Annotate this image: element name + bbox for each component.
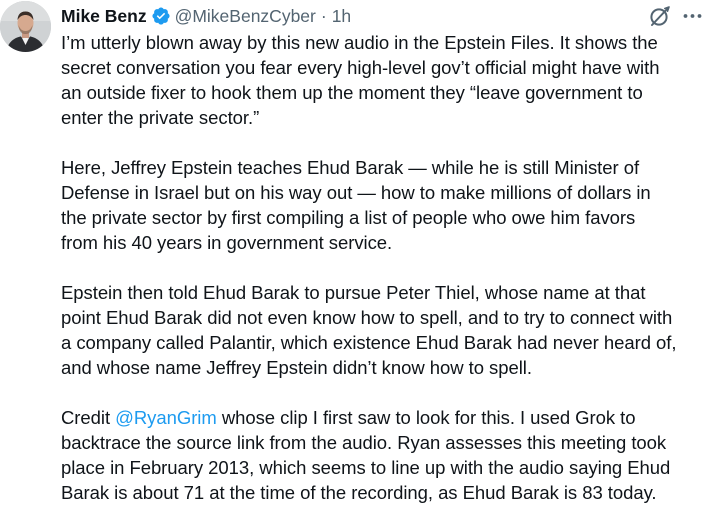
avatar-photo: [0, 1, 51, 52]
tweet-header: Mike Benz @MikeBenzCyber · 1h: [61, 4, 351, 28]
tweet-text-line: enter the private sector.”: [61, 107, 260, 128]
tweet-text-line: Epstein then told Ehud Barak to pursue P…: [61, 282, 646, 303]
tweet-text-line: Barak is about 71 at the time of the rec…: [61, 482, 657, 503]
author-display-name[interactable]: Mike Benz: [61, 4, 147, 28]
post-timestamp[interactable]: 1h: [332, 4, 351, 28]
tweet-text: I’m utterly blown away by this new audio…: [61, 30, 703, 505]
tweet-text-line: from his 40 years in government service.: [61, 232, 393, 253]
avatar[interactable]: [0, 1, 51, 52]
tweet-text-line: backtrace the source link from the audio…: [61, 432, 667, 453]
mention-link-ryangrim[interactable]: @RyanGrim: [115, 407, 217, 428]
tweet-text-line: Defense in Israel but on his way out — h…: [61, 182, 651, 203]
tweet-text-line: a company called Palantir, which existen…: [61, 332, 677, 353]
grok-icon[interactable]: [648, 4, 672, 28]
tweet-text-line: Credit @RyanGrim whose clip I first saw …: [61, 405, 703, 430]
verified-badge-icon[interactable]: [151, 6, 171, 26]
author-handle[interactable]: @MikeBenzCyber: [175, 4, 316, 28]
tweet-text-line: and whose name Jeffrey Epstein didn’t kn…: [61, 357, 532, 378]
tweet-text-line: point Ehud Barak did not even know how t…: [61, 307, 673, 328]
tweet-text-line: I’m utterly blown away by this new audio…: [61, 32, 658, 53]
credit-text-rest: whose clip I first saw to look for this.…: [216, 407, 636, 428]
tweet-text-line: the private sector by first compiling a …: [61, 207, 636, 228]
tweet-text-line: an outside fixer to hook them up the mom…: [61, 82, 643, 103]
more-options-icon[interactable]: [682, 4, 703, 28]
separator-dot: ·: [320, 6, 327, 26]
credit-text: Credit: [61, 407, 116, 428]
tweet-text-line: Here, Jeffrey Epstein teaches Ehud Barak…: [61, 157, 640, 178]
tweet-text-line: secret conversation you fear every high-…: [61, 57, 660, 78]
tweet-text-line: place in February 2013, which seems to l…: [61, 457, 671, 478]
